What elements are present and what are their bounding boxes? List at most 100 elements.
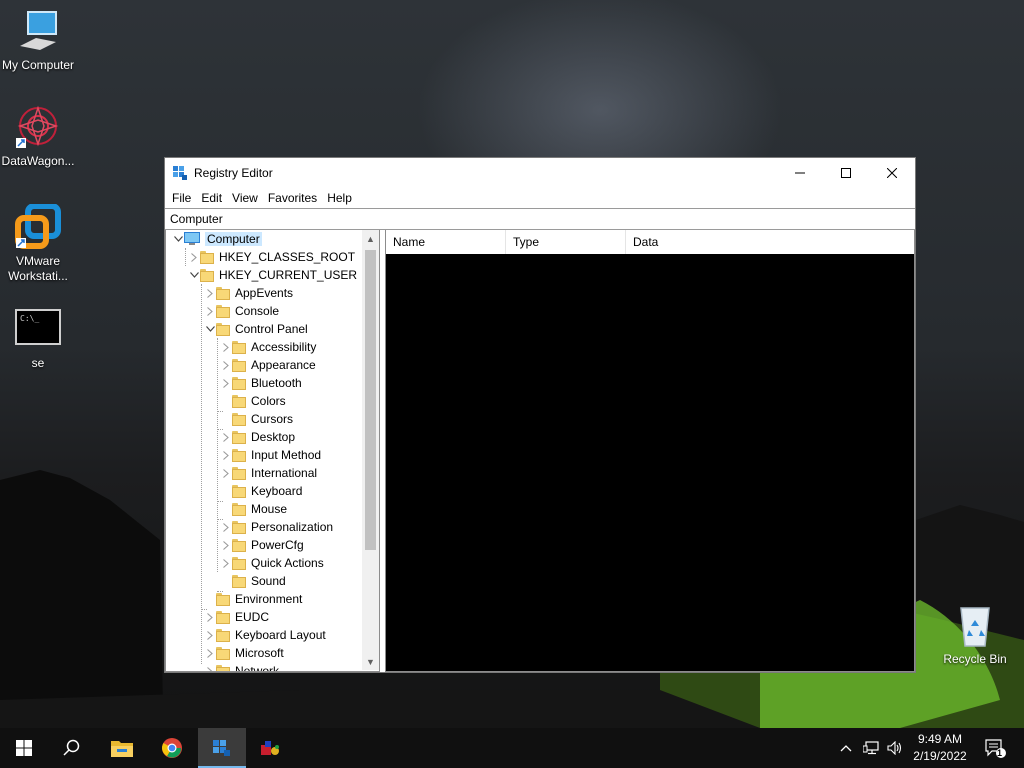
chevron-right-icon[interactable] bbox=[204, 662, 216, 671]
desktop-icon-my-computer[interactable]: My Computer bbox=[0, 8, 76, 73]
tree-node[interactable]: Accessibility bbox=[220, 338, 316, 356]
chevron-down-icon[interactable] bbox=[204, 320, 216, 338]
tree-node[interactable]: Quick Actions bbox=[220, 554, 324, 572]
close-button[interactable] bbox=[869, 158, 915, 188]
tree-node[interactable]: Personalization bbox=[220, 518, 333, 536]
chevron-right-icon[interactable] bbox=[204, 626, 216, 644]
chevron-right-icon[interactable] bbox=[188, 248, 200, 266]
action-center-button[interactable]: 1 bbox=[980, 728, 1010, 768]
tree-node[interactable]: Colors bbox=[220, 392, 286, 410]
tree-node[interactable]: Keyboard bbox=[220, 482, 302, 500]
tree-node[interactable]: International bbox=[220, 464, 317, 482]
desktop-icon-datawagon[interactable]: DataWagon... bbox=[0, 104, 76, 169]
tree-node[interactable]: Input Method bbox=[220, 446, 321, 464]
tree-node-label: Accessibility bbox=[251, 340, 317, 354]
tree-node[interactable]: Network bbox=[204, 662, 279, 671]
tree-node[interactable]: Bluetooth bbox=[220, 374, 302, 392]
menu-edit[interactable]: Edit bbox=[196, 191, 227, 205]
volume-button[interactable] bbox=[884, 728, 906, 768]
taskbar-registry-editor[interactable] bbox=[198, 728, 246, 768]
desktop-icon-vmware[interactable]: VMware Workstati... bbox=[0, 203, 76, 284]
notification-icon bbox=[985, 739, 1006, 758]
search-button[interactable] bbox=[48, 728, 96, 768]
chevron-up-icon bbox=[840, 745, 852, 752]
registry-editor-window[interactable]: Registry Editor File Edit View Favorites… bbox=[164, 157, 916, 673]
folder-icon bbox=[232, 484, 246, 498]
tree-node[interactable]: Console bbox=[204, 302, 279, 320]
chevron-right-icon[interactable] bbox=[220, 446, 232, 464]
taskbar-app[interactable] bbox=[246, 728, 294, 768]
tree-node[interactable]: HKEY_CLASSES_ROOT bbox=[188, 248, 355, 266]
folder-icon bbox=[232, 340, 246, 354]
values-list[interactable]: Name Type Data bbox=[385, 230, 915, 672]
chevron-right-icon[interactable] bbox=[220, 518, 232, 536]
chevron-down-icon[interactable] bbox=[188, 266, 200, 284]
chevron-right-icon[interactable] bbox=[220, 536, 232, 554]
tree-node[interactable]: Control Panel bbox=[204, 320, 308, 338]
tree-node[interactable]: EUDC bbox=[204, 608, 269, 626]
chevron-right-icon[interactable] bbox=[204, 302, 216, 320]
folder-icon bbox=[216, 304, 230, 318]
minimize-button[interactable] bbox=[777, 158, 823, 188]
tree-node[interactable]: Desktop bbox=[220, 428, 295, 446]
address-bar[interactable]: Computer bbox=[165, 208, 915, 230]
tree-node[interactable]: AppEvents bbox=[204, 284, 293, 302]
network-icon bbox=[863, 741, 879, 755]
desktop-icon-label: VMware Workstati... bbox=[8, 254, 68, 283]
network-button[interactable] bbox=[860, 728, 882, 768]
tree-node[interactable]: Mouse bbox=[220, 500, 287, 518]
menu-file[interactable]: File bbox=[167, 191, 196, 205]
chevron-right-icon[interactable] bbox=[220, 356, 232, 374]
taskbar-file-explorer[interactable] bbox=[98, 728, 146, 768]
menu-view[interactable]: View bbox=[227, 191, 263, 205]
clock[interactable]: 9:49 AM 2/19/2022 bbox=[905, 731, 975, 765]
list-header: Name Type Data bbox=[386, 230, 914, 254]
chevron-right-icon[interactable] bbox=[220, 374, 232, 392]
maximize-button[interactable] bbox=[823, 158, 869, 188]
chevron-right-icon[interactable] bbox=[220, 428, 232, 446]
tree-node[interactable]: Cursors bbox=[220, 410, 293, 428]
tree-node[interactable]: Environment bbox=[204, 590, 302, 608]
tree-node[interactable]: PowerCfg bbox=[220, 536, 304, 554]
tree-node[interactable]: Computer bbox=[172, 230, 262, 248]
scroll-up-icon[interactable]: ▲ bbox=[362, 230, 379, 247]
chevron-down-icon[interactable] bbox=[172, 230, 184, 248]
desktop-icon-recycle-bin[interactable]: Recycle Bin bbox=[937, 602, 1013, 667]
registry-editor-icon bbox=[172, 165, 188, 181]
tree-node[interactable]: Sound bbox=[220, 572, 286, 590]
start-button[interactable] bbox=[0, 728, 48, 768]
chevron-right-icon[interactable] bbox=[220, 464, 232, 482]
column-header-name[interactable]: Name bbox=[386, 230, 506, 254]
menu-help[interactable]: Help bbox=[322, 191, 357, 205]
tree-node[interactable]: HKEY_CURRENT_USER bbox=[188, 266, 357, 284]
taskbar-chrome[interactable] bbox=[148, 728, 196, 768]
menu-favorites[interactable]: Favorites bbox=[263, 191, 322, 205]
tree-node[interactable]: Keyboard Layout bbox=[204, 626, 326, 644]
folder-icon bbox=[216, 592, 230, 606]
column-header-data[interactable]: Data bbox=[626, 230, 914, 254]
tree-node[interactable]: Microsoft bbox=[204, 644, 284, 662]
key-tree[interactable]: ▲ ▼ Computer HKEY_CLASSES_ROOT HKEY_CURREN… bbox=[165, 230, 380, 672]
desktop-icon-se[interactable]: C:\_ se bbox=[0, 306, 76, 371]
scroll-down-icon[interactable]: ▼ bbox=[362, 653, 379, 670]
chrome-icon bbox=[162, 738, 182, 758]
tree-vertical-scrollbar[interactable]: ▲ ▼ bbox=[362, 230, 379, 670]
tree-node[interactable]: Appearance bbox=[220, 356, 316, 374]
folder-icon bbox=[216, 664, 230, 671]
column-header-type[interactable]: Type bbox=[506, 230, 626, 254]
chevron-right-icon[interactable] bbox=[204, 284, 216, 302]
folder-icon bbox=[232, 466, 246, 480]
show-hidden-icons-button[interactable] bbox=[836, 728, 856, 768]
title-bar[interactable]: Registry Editor bbox=[165, 158, 915, 188]
scrollbar-thumb[interactable] bbox=[365, 250, 376, 550]
chevron-right-icon[interactable] bbox=[204, 608, 216, 626]
tree-node-label: Bluetooth bbox=[251, 376, 302, 390]
desktop-icon-label: se bbox=[31, 356, 45, 370]
chevron-right-icon[interactable] bbox=[220, 338, 232, 356]
folder-icon bbox=[216, 322, 230, 336]
chevron-right-icon[interactable] bbox=[220, 554, 232, 572]
chevron-right-icon[interactable] bbox=[204, 644, 216, 662]
notification-badge: 1 bbox=[997, 748, 1003, 758]
